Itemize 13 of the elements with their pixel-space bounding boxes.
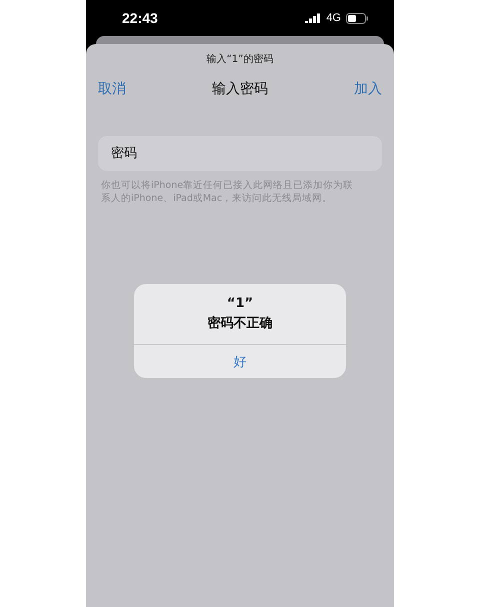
- join-button[interactable]: 加入: [354, 80, 382, 98]
- hint-text: 你也可以将iPhone靠近任何已接入此网络且已添加你为联系人的iPhone、iPad或Mac，来访问此无线局域网。: [101, 179, 354, 205]
- sheet-title: 输入密码: [212, 80, 268, 98]
- cancel-button[interactable]: 取消: [98, 80, 126, 98]
- alert-title: “1”: [226, 296, 254, 311]
- status-time: 22:43: [122, 10, 158, 26]
- sheet-subtitle: 输入“1”的密码: [206, 52, 274, 66]
- network-label: 4G: [326, 12, 341, 24]
- ok-button[interactable]: 好: [134, 344, 346, 378]
- alert-message: 密码不正确: [208, 314, 272, 332]
- password-field[interactable]: 密码: [98, 136, 382, 171]
- signal-icon: [305, 13, 322, 23]
- battery-icon: [346, 12, 368, 24]
